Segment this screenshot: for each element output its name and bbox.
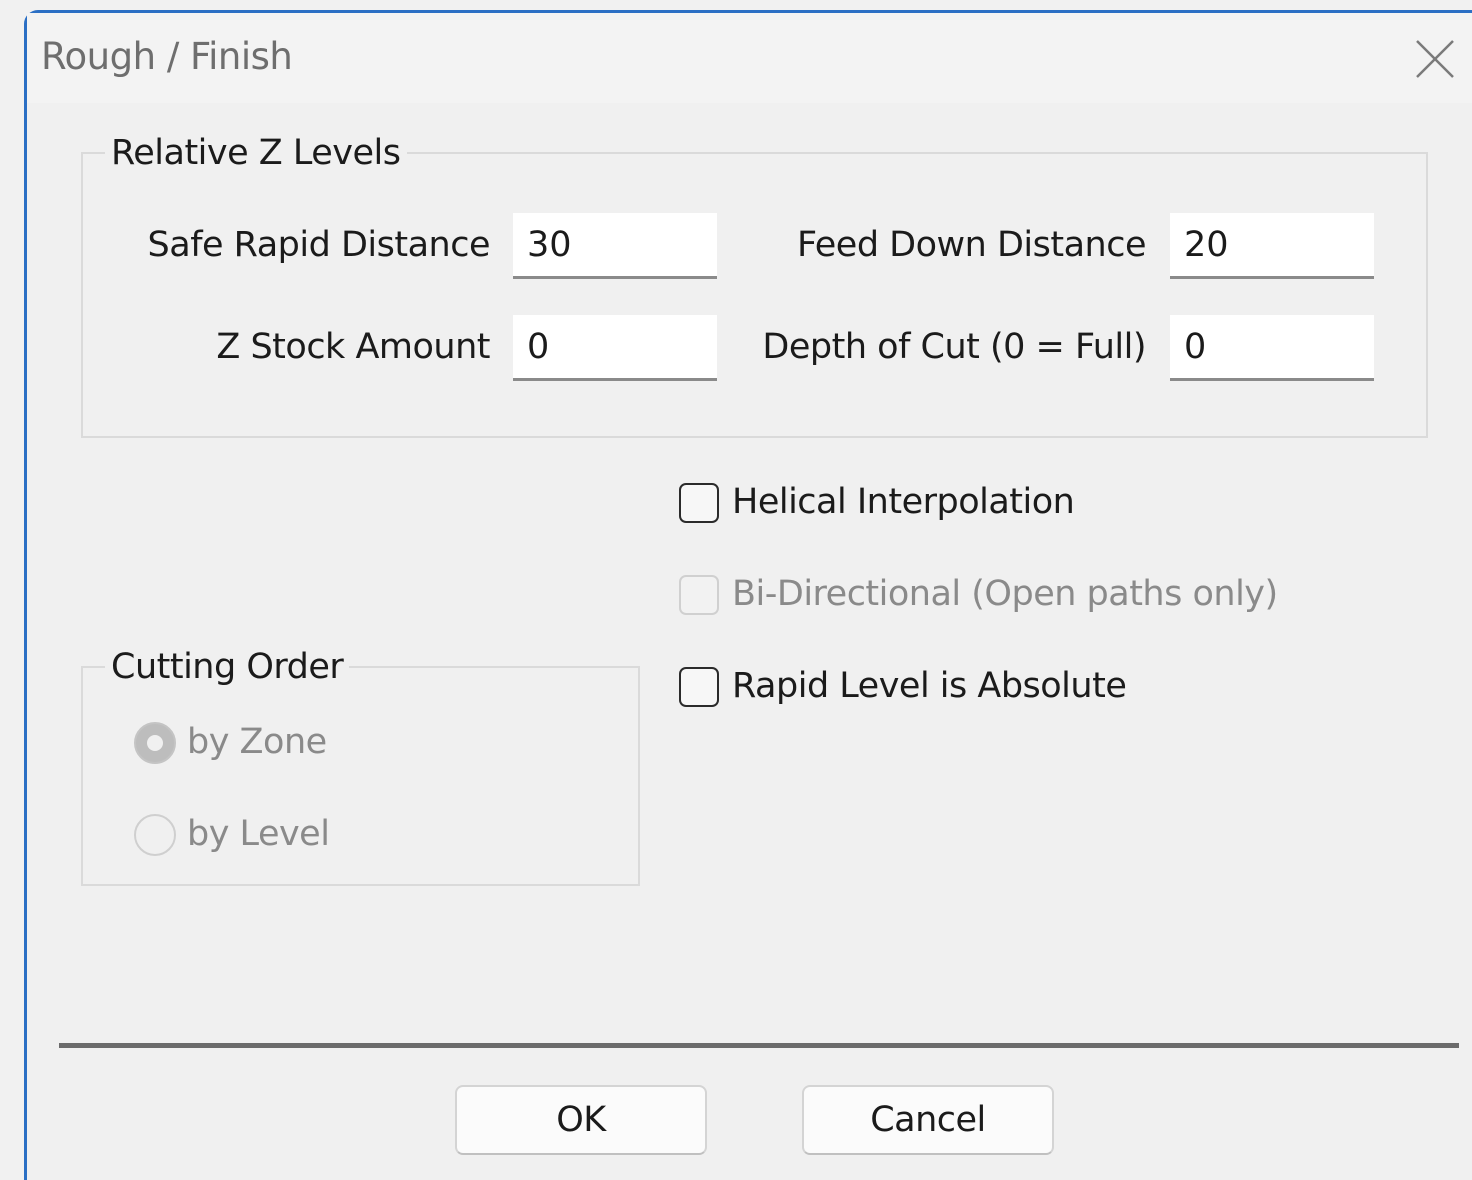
cutting-order-label: Cutting Order: [105, 647, 350, 687]
relative-z-levels-group: [81, 152, 1428, 438]
feed-down-distance-input[interactable]: [1170, 213, 1374, 279]
by-level-label: by Level: [187, 814, 330, 854]
rapid-level-absolute-checkbox[interactable]: [679, 667, 719, 707]
by-zone-label: by Zone: [187, 722, 327, 762]
bi-directional-checkbox[interactable]: [679, 575, 719, 615]
depth-of-cut-input[interactable]: [1170, 315, 1374, 381]
bi-directional-label: Bi-Directional (Open paths only): [732, 574, 1278, 614]
by-zone-radio[interactable]: [134, 722, 176, 764]
cancel-button[interactable]: Cancel: [802, 1085, 1054, 1155]
rapid-level-absolute-label[interactable]: Rapid Level is Absolute: [732, 666, 1127, 706]
title-bar: Rough / Finish: [27, 13, 1472, 103]
close-icon[interactable]: [1413, 37, 1457, 81]
separator-line: [59, 1043, 1459, 1048]
ok-button[interactable]: OK: [455, 1085, 707, 1155]
depth-of-cut-label: Depth of Cut (0 = Full): [762, 327, 1146, 367]
helical-interpolation-label[interactable]: Helical Interpolation: [732, 482, 1075, 522]
z-stock-amount-label: Z Stock Amount: [216, 327, 490, 367]
helical-interpolation-checkbox[interactable]: [679, 483, 719, 523]
safe-rapid-distance-label: Safe Rapid Distance: [147, 225, 491, 265]
z-stock-amount-input[interactable]: [513, 315, 717, 381]
dialog-window: Rough / Finish Relative Z Levels Safe Ra…: [24, 10, 1472, 1180]
dialog-title: Rough / Finish: [41, 35, 293, 78]
feed-down-distance-label: Feed Down Distance: [797, 225, 1146, 265]
safe-rapid-distance-input[interactable]: [513, 213, 717, 279]
relative-z-levels-label: Relative Z Levels: [105, 133, 407, 173]
by-level-radio[interactable]: [134, 814, 176, 856]
